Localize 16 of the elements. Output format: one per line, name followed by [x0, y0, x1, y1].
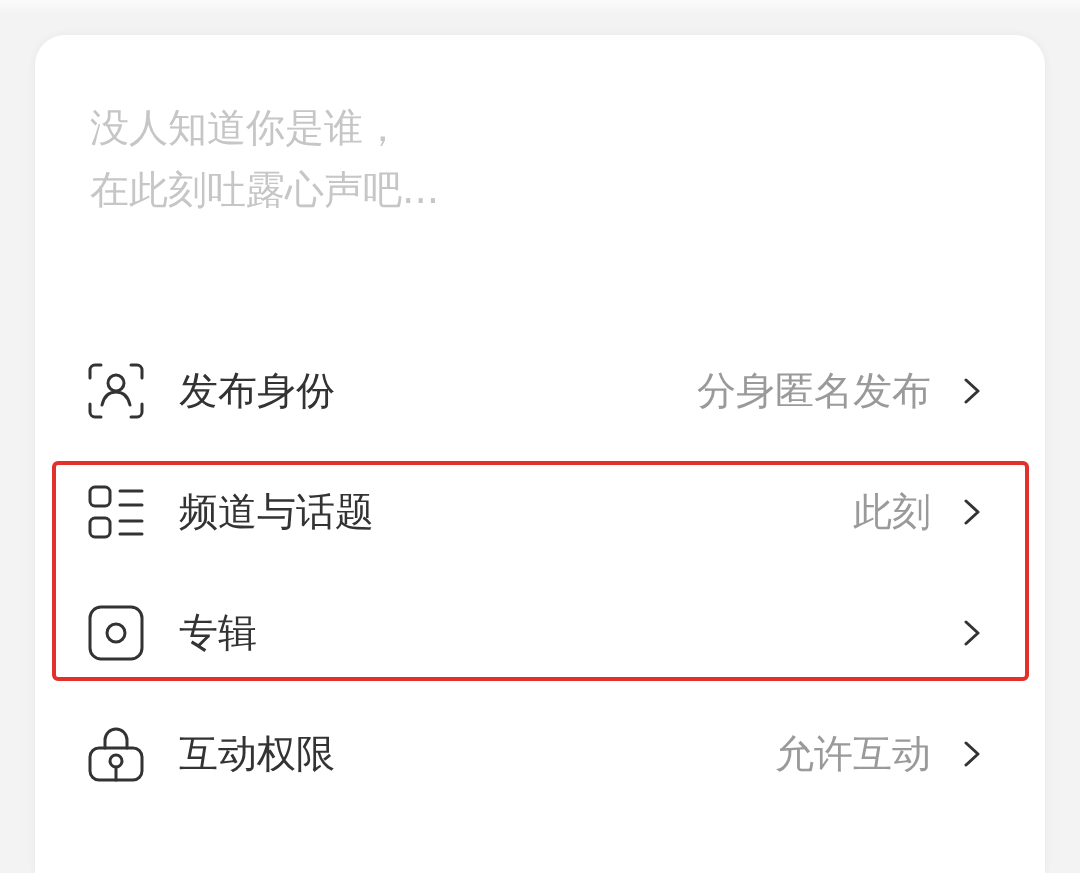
post-input-field[interactable]: 没人知道你是谁， 在此刻吐露心声吧...	[90, 97, 990, 330]
person-frame-icon	[88, 362, 144, 419]
chevron-right-icon[interactable]	[964, 377, 980, 404]
setting-value: 分身匿名发布	[697, 366, 931, 415]
setting-label[interactable]: 发布身份	[179, 366, 335, 415]
chevron-right-icon[interactable]	[964, 740, 980, 767]
circle-square-icon	[88, 604, 144, 661]
setting-value: 允许互动	[775, 729, 931, 778]
setting-label[interactable]: 互动权限	[179, 729, 335, 778]
chevron-right-icon[interactable]	[964, 619, 980, 646]
grid-list-icon	[88, 483, 144, 540]
setting-label[interactable]: 专辑	[179, 608, 257, 657]
lock-icon	[88, 725, 144, 782]
setting-label[interactable]: 频道与话题	[179, 487, 374, 536]
chevron-right-icon[interactable]	[964, 498, 980, 525]
setting-value: 此刻	[853, 487, 931, 536]
